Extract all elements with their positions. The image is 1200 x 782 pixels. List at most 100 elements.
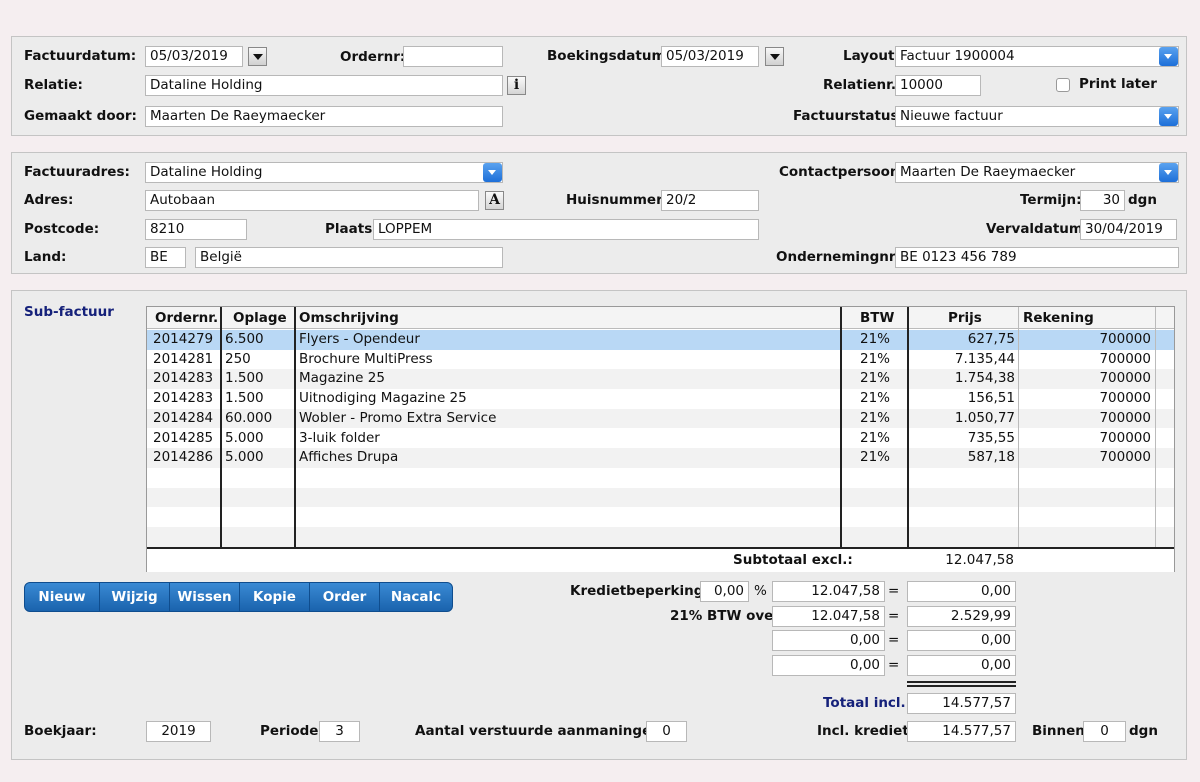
subfactuur-title: Sub-factuur: [24, 304, 114, 320]
table-row[interactable]: 2014283 1.500 Magazine 25 21% 1.754,38 700000: [147, 369, 1174, 390]
subtotal-value: 12.047,58: [945, 552, 1014, 568]
table-row[interactable]: [147, 487, 1174, 508]
totaal-label: Totaal incl.:: [823, 695, 912, 711]
table-cell: 700000: [1099, 429, 1151, 446]
boekjaar-field[interactable]: 2019: [146, 721, 211, 742]
table-row[interactable]: [147, 467, 1174, 488]
incl-krediet-field: 14.577,57: [907, 721, 1016, 742]
land-field[interactable]: België: [195, 247, 503, 268]
table-row[interactable]: [147, 507, 1174, 527]
table-cell: 60.000: [225, 409, 273, 426]
vervaldatum-field[interactable]: 30/04/2019: [1080, 219, 1177, 240]
table-cell: 1.500: [225, 390, 264, 407]
col-header-btw[interactable]: BTW: [860, 307, 894, 329]
info-icon[interactable]: i: [507, 76, 526, 95]
table-cell: Wobler - Promo Extra Service: [299, 409, 497, 426]
aanmaningen-field[interactable]: 0: [646, 721, 687, 742]
total-double-rule: [907, 681, 1016, 687]
pct-sign: %: [754, 583, 767, 599]
col-header-ordernr[interactable]: Ordernr.: [155, 307, 218, 329]
table-cell: 21%: [859, 390, 890, 407]
krediet-base-field: 12.047,58: [772, 581, 885, 602]
ordernr-field[interactable]: [403, 46, 503, 67]
extra1-base-field: 0,00: [772, 630, 885, 651]
table-cell: 3-luik folder: [299, 429, 380, 446]
col-divider: [294, 307, 296, 571]
relatienr-label: Relatienr.:: [823, 77, 902, 93]
table-row[interactable]: [147, 527, 1174, 547]
table-row[interactable]: 2014286 5.000 Affiches Drupa 21% 587,18 70000…: [147, 448, 1174, 468]
nieuw-button[interactable]: Nieuw: [25, 583, 100, 611]
equals-sign: =: [888, 608, 900, 624]
relatienr-field[interactable]: 10000: [895, 75, 981, 96]
wissen-button[interactable]: Wissen: [170, 583, 240, 611]
factuurdatum-field[interactable]: 05/03/2019: [145, 46, 243, 67]
adres-field[interactable]: Autobaan: [145, 190, 479, 211]
factuuradres-label: Factuuradres:: [24, 164, 130, 180]
table-row[interactable]: 2014279 6.500 Flyers - Opendeur 21% 627,75 70…: [147, 330, 1174, 350]
address-lookup-icon[interactable]: A: [485, 191, 504, 210]
print-later-label: Print later: [1079, 76, 1157, 92]
table-row[interactable]: 2014281 250 Brochure MultiPress 21% 7.135,44…: [147, 349, 1174, 370]
relatie-label: Relatie:: [24, 77, 83, 93]
vervaldatum-label: Vervaldatum:: [986, 221, 1089, 237]
table-cell: 700000: [1099, 390, 1151, 407]
extra2-base-field: 0,00: [772, 655, 885, 676]
adres-label: Adres:: [24, 192, 74, 208]
factuuradres-select[interactable]: Dataline Holding: [145, 162, 503, 183]
table-cell: 7.135,44: [954, 350, 1015, 367]
land-label: Land:: [24, 249, 67, 265]
land-code-field[interactable]: BE: [145, 247, 186, 268]
col-header-oplage[interactable]: Oplage: [233, 307, 287, 329]
table-cell: Uitnodiging Magazine 25: [299, 390, 467, 407]
table-header: Ordernr. Oplage Omschrijving BTW Prijs R…: [147, 307, 1174, 329]
wijzig-button[interactable]: Wijzig: [100, 583, 170, 611]
kredietbeperking-pct-field[interactable]: 0,00: [700, 581, 749, 602]
table-cell: 21%: [859, 350, 890, 367]
kopie-button[interactable]: Kopie: [240, 583, 310, 611]
table-cell: 21%: [859, 331, 890, 347]
table-row[interactable]: 2014284 60.000 Wobler - Promo Extra Servic…: [147, 408, 1174, 429]
periode-field[interactable]: 3: [319, 721, 360, 742]
factuurdatum-picker-button[interactable]: [248, 47, 267, 66]
btw-result-field: 2.529,99: [907, 606, 1016, 627]
table-row[interactable]: 2014285 5.000 3-luik folder 21% 735,55 700000: [147, 428, 1174, 449]
chevron-down-icon[interactable]: [1159, 107, 1178, 126]
subtotal-row: Subtotaal excl.: 12.047,58: [147, 547, 1174, 572]
huisnummer-field[interactable]: 20/2: [661, 190, 759, 211]
relatie-field[interactable]: Dataline Holding: [145, 75, 503, 96]
col-divider: [1018, 307, 1019, 571]
table-cell: 2014285: [153, 429, 214, 446]
subfactuur-toolbar: Nieuw Wijzig Wissen Kopie Order Nacalc: [24, 582, 453, 612]
chevron-down-icon[interactable]: [1159, 47, 1178, 66]
postcode-field[interactable]: 8210: [145, 219, 247, 240]
col-header-omschrijving[interactable]: Omschrijving: [299, 307, 399, 329]
gemaakt-door-field[interactable]: Maarten De Raeymaecker: [145, 106, 503, 127]
table-cell: 1.500: [225, 370, 264, 387]
plaats-label: Plaats:: [325, 221, 378, 237]
nacalc-button[interactable]: Nacalc: [380, 583, 452, 611]
order-button[interactable]: Order: [310, 583, 380, 611]
boekingsdatum-field[interactable]: 05/03/2019: [661, 46, 759, 67]
chevron-down-icon[interactable]: [1159, 163, 1178, 182]
col-header-rekening[interactable]: Rekening: [1023, 307, 1094, 329]
table-row[interactable]: 2014283 1.500 Uitnodiging Magazine 25 21% 15…: [147, 389, 1174, 409]
chevron-down-icon[interactable]: [483, 163, 502, 182]
subfactuur-table[interactable]: Ordernr. Oplage Omschrijving BTW Prijs R…: [146, 306, 1175, 572]
ondernemingnr-field[interactable]: BE 0123 456 789: [895, 247, 1179, 268]
contactpersoon-select[interactable]: Maarten De Raeymaecker: [895, 162, 1179, 183]
plaats-field[interactable]: LOPPEM: [373, 219, 759, 240]
table-cell: 6.500: [225, 331, 264, 347]
table-cell: 2014279: [153, 331, 214, 347]
table-cell: 700000: [1099, 331, 1151, 347]
print-later-checkbox[interactable]: [1056, 78, 1070, 92]
layout-select[interactable]: Factuur 1900004: [895, 46, 1179, 67]
col-header-prijs[interactable]: Prijs: [948, 307, 982, 329]
factuuradres-select-value: Dataline Holding: [150, 164, 263, 180]
boekjaar-label: Boekjaar:: [24, 723, 97, 739]
termijn-field[interactable]: 30: [1080, 190, 1125, 211]
table-cell: 21%: [859, 429, 890, 446]
boekingsdatum-picker-button[interactable]: [765, 47, 784, 66]
factuurstatus-select[interactable]: Nieuwe factuur: [895, 106, 1179, 127]
binnen-field[interactable]: 0: [1083, 721, 1126, 742]
